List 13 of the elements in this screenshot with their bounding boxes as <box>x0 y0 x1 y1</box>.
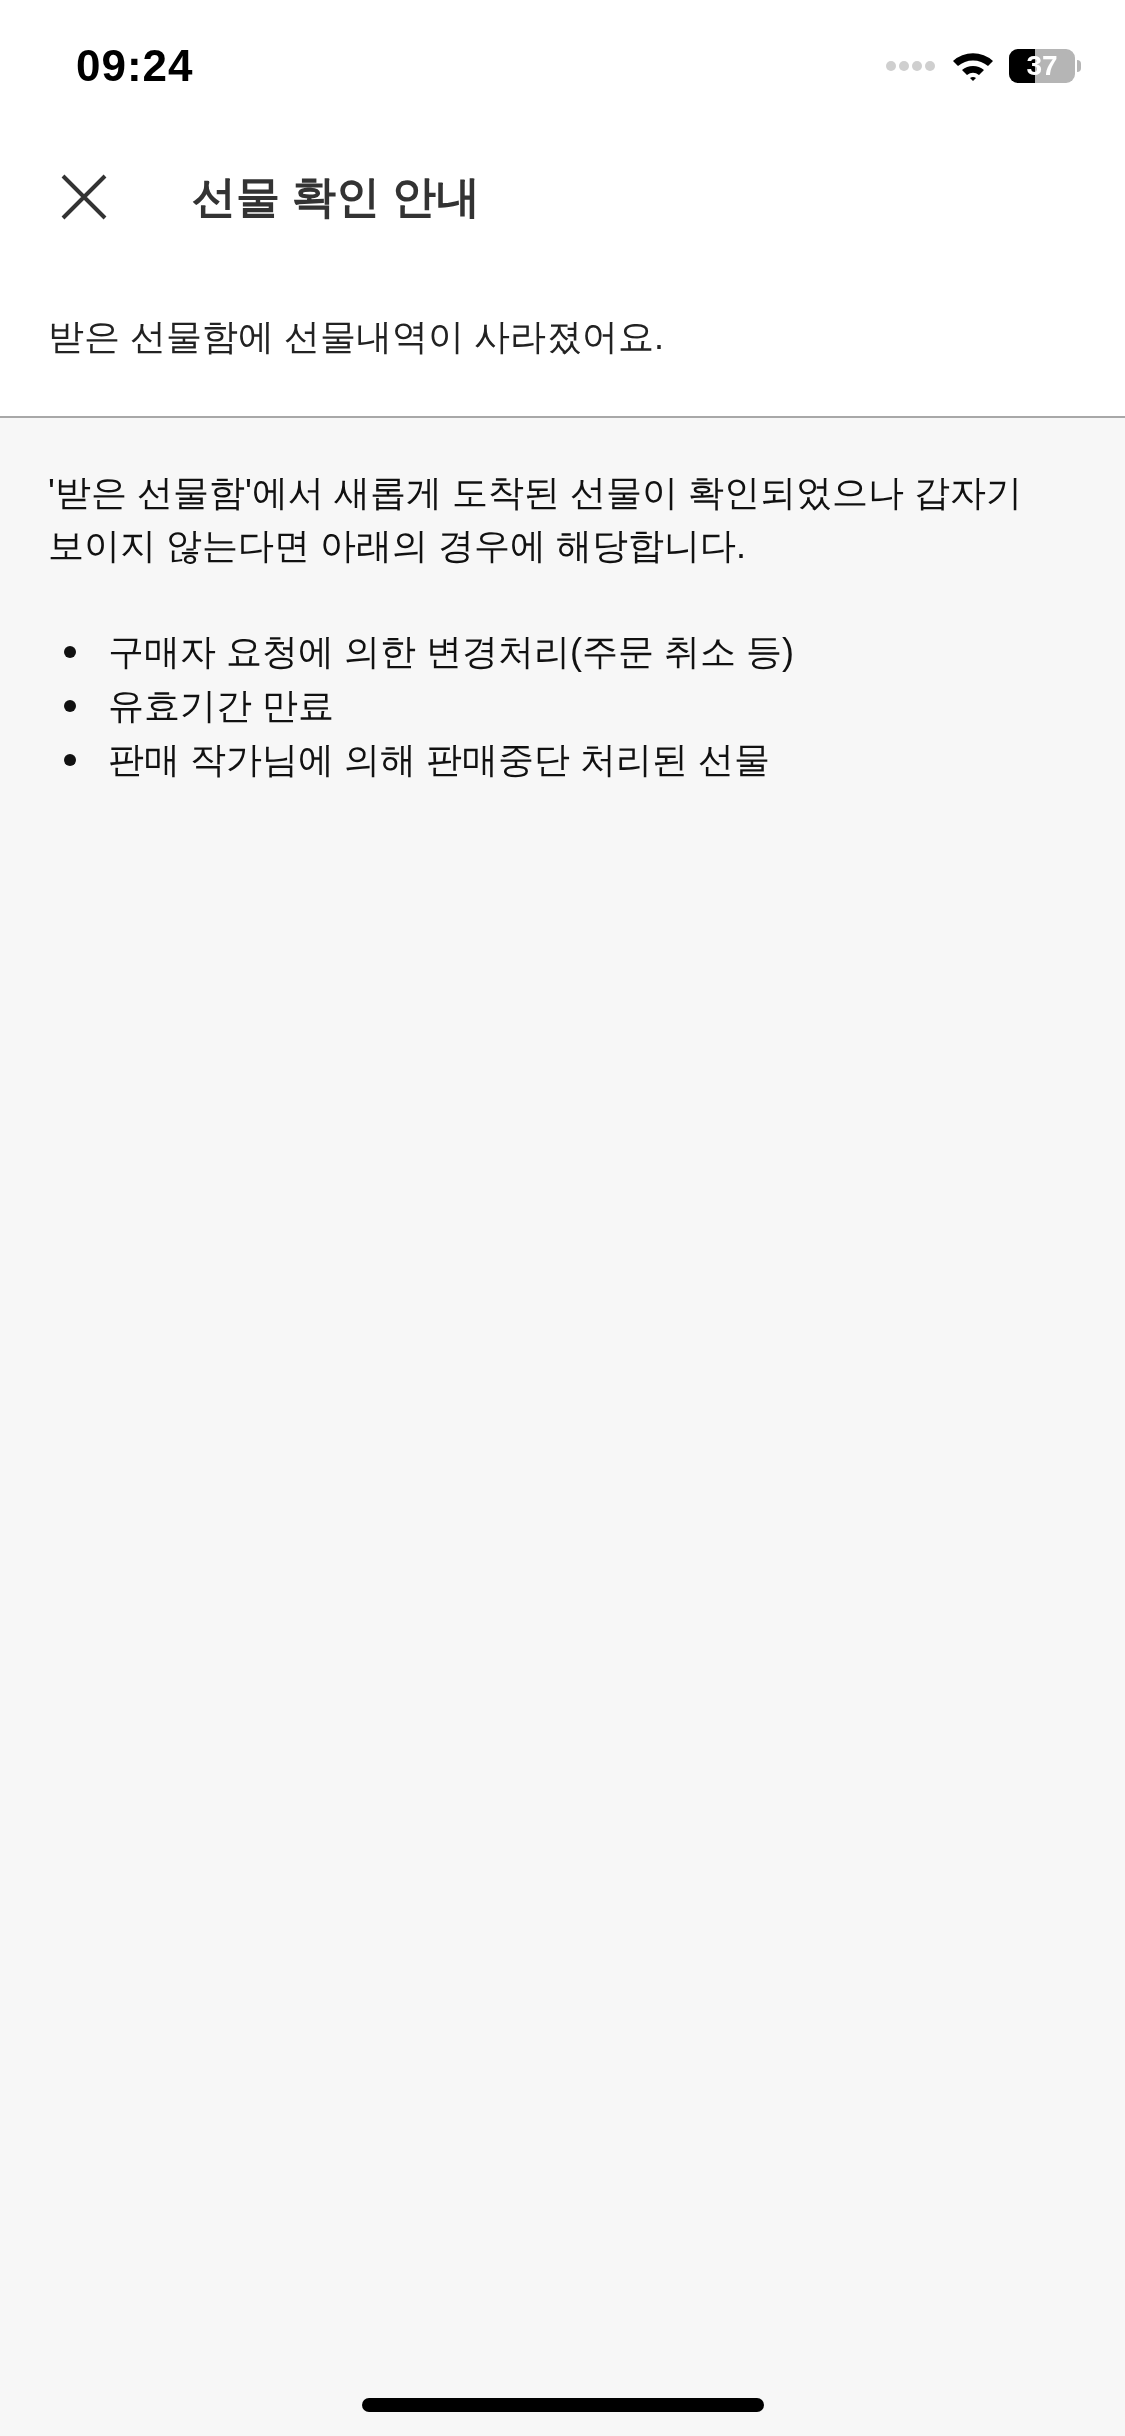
close-button[interactable] <box>60 173 108 221</box>
page-title: 선물 확인 안내 <box>192 171 481 223</box>
signal-icon <box>885 60 937 72</box>
bullet-icon <box>64 700 76 712</box>
status-time: 09:24 <box>76 40 194 92</box>
bullet-icon <box>64 646 76 658</box>
list-item: 구매자 요청에 의한 변경처리(주문 취소 등) <box>108 630 794 674</box>
list-item: 유효기간 만료 <box>108 684 334 728</box>
wifi-icon <box>951 50 995 82</box>
notice-heading: 받은 선물함에 선물내역이 사라졌어요. <box>48 315 664 359</box>
list-item: 판매 작가님에 의해 판매중단 처리된 선물 <box>108 738 770 782</box>
notice-paragraph: '받은 선물함'에서 새롭게 도착된 선물이 확인되었으나 갑자기 보이지 않는다면 아래의 경우에 해당합니다. <box>48 471 1023 568</box>
bullet-icon <box>64 754 76 766</box>
